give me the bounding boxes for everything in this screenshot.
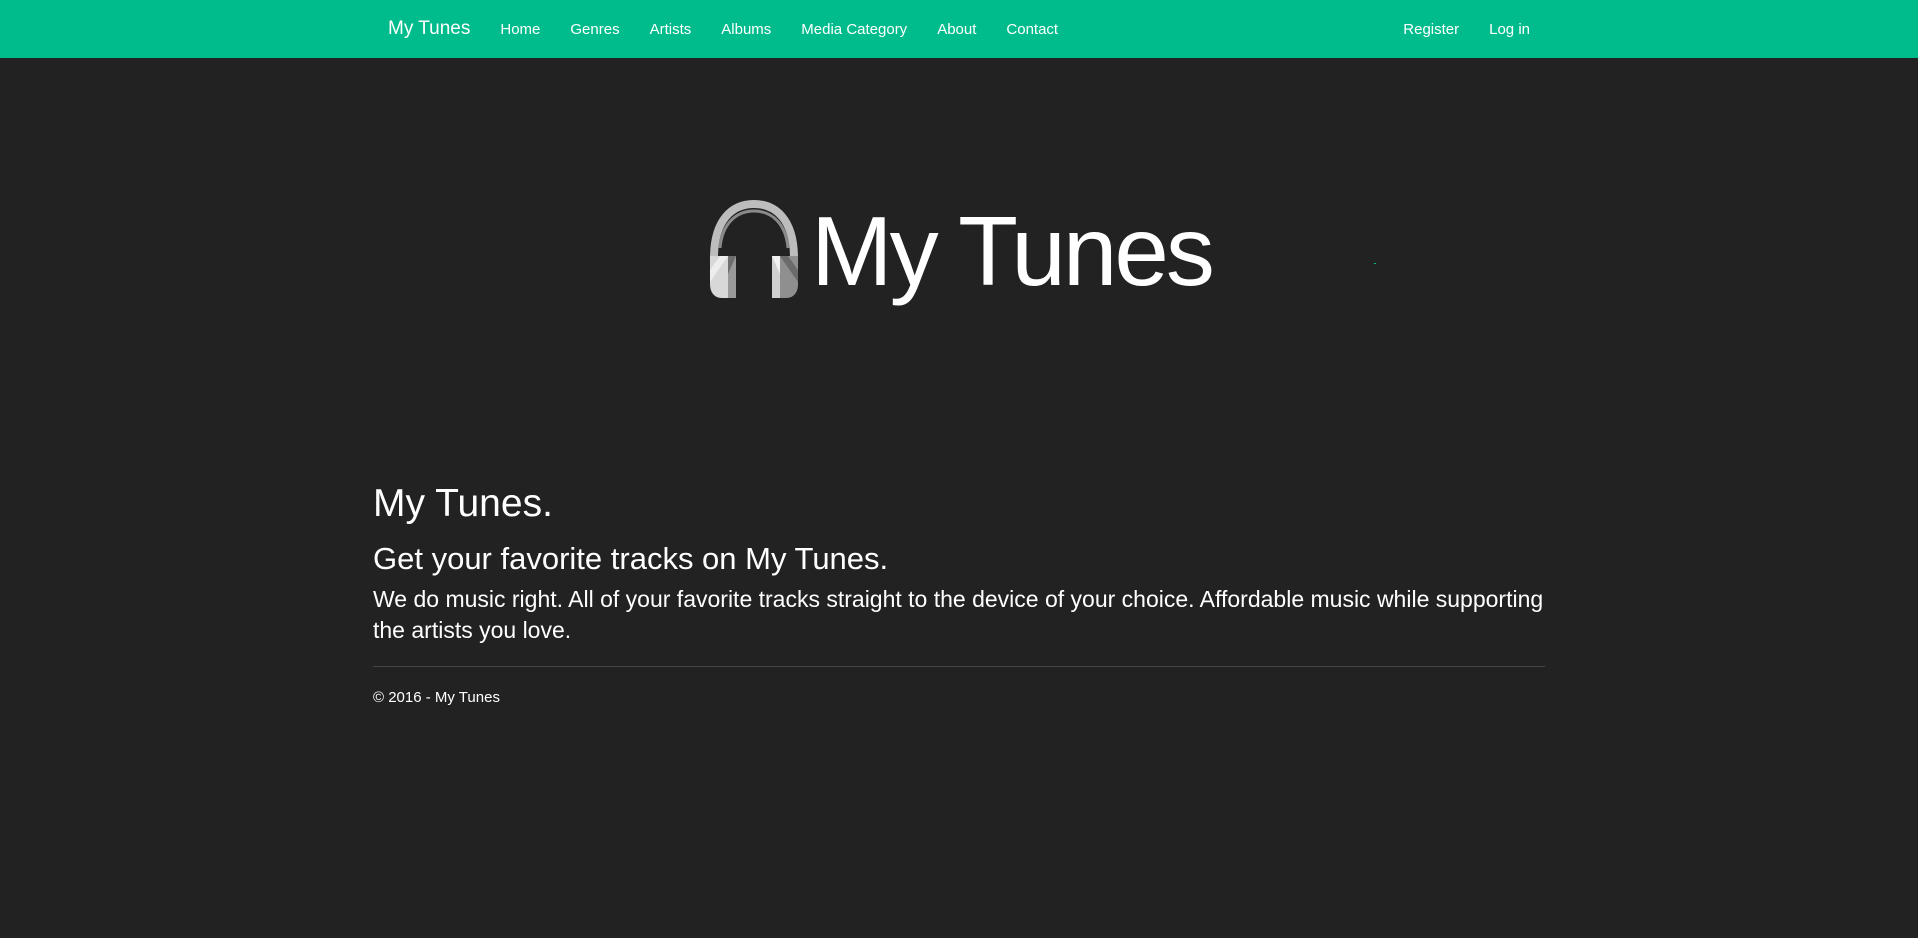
nav-link-media-category[interactable]: Media Category: [786, 21, 922, 38]
lead-paragraph: We do music right. All of your favorite …: [373, 586, 1544, 643]
page-heading: My Tunes.: [373, 482, 553, 525]
nav-link-artists[interactable]: Artists: [635, 21, 707, 38]
nav-link-register[interactable]: Register: [1388, 21, 1474, 38]
main-content: My Tunes. Get your favorite tracks on My…: [373, 480, 1545, 706]
page-subheading: Get your favorite tracks on My Tunes.: [373, 541, 889, 576]
footer-copyright: © 2016 - My Tunes: [373, 689, 500, 706]
nav-link-about[interactable]: About: [922, 21, 991, 38]
navbar-brand-link[interactable]: My Tunes: [373, 18, 485, 40]
account-nav-menu: Register Log in: [1388, 21, 1545, 38]
nav-link-genres[interactable]: Genres: [555, 21, 634, 38]
nav-link-login[interactable]: Log in: [1474, 21, 1545, 38]
top-navbar: My Tunes Home Genres Artists Albums Medi…: [0, 0, 1918, 58]
nav-link-contact[interactable]: Contact: [991, 21, 1073, 38]
main-nav-menu: Home Genres Artists Albums Media Categor…: [485, 21, 1073, 38]
hero-logo-text: My Tunes: [811, 196, 1215, 306]
headphones-icon: [710, 199, 798, 298]
nav-link-albums[interactable]: Albums: [706, 21, 786, 38]
navbar-container: My Tunes Home Genres Artists Albums Medi…: [373, 0, 1545, 58]
decorative-dot: [1374, 263, 1376, 264]
nav-link-home[interactable]: Home: [485, 21, 555, 38]
footer-divider: [373, 666, 1545, 667]
hero-logo: My Tunes: [706, 196, 1216, 308]
